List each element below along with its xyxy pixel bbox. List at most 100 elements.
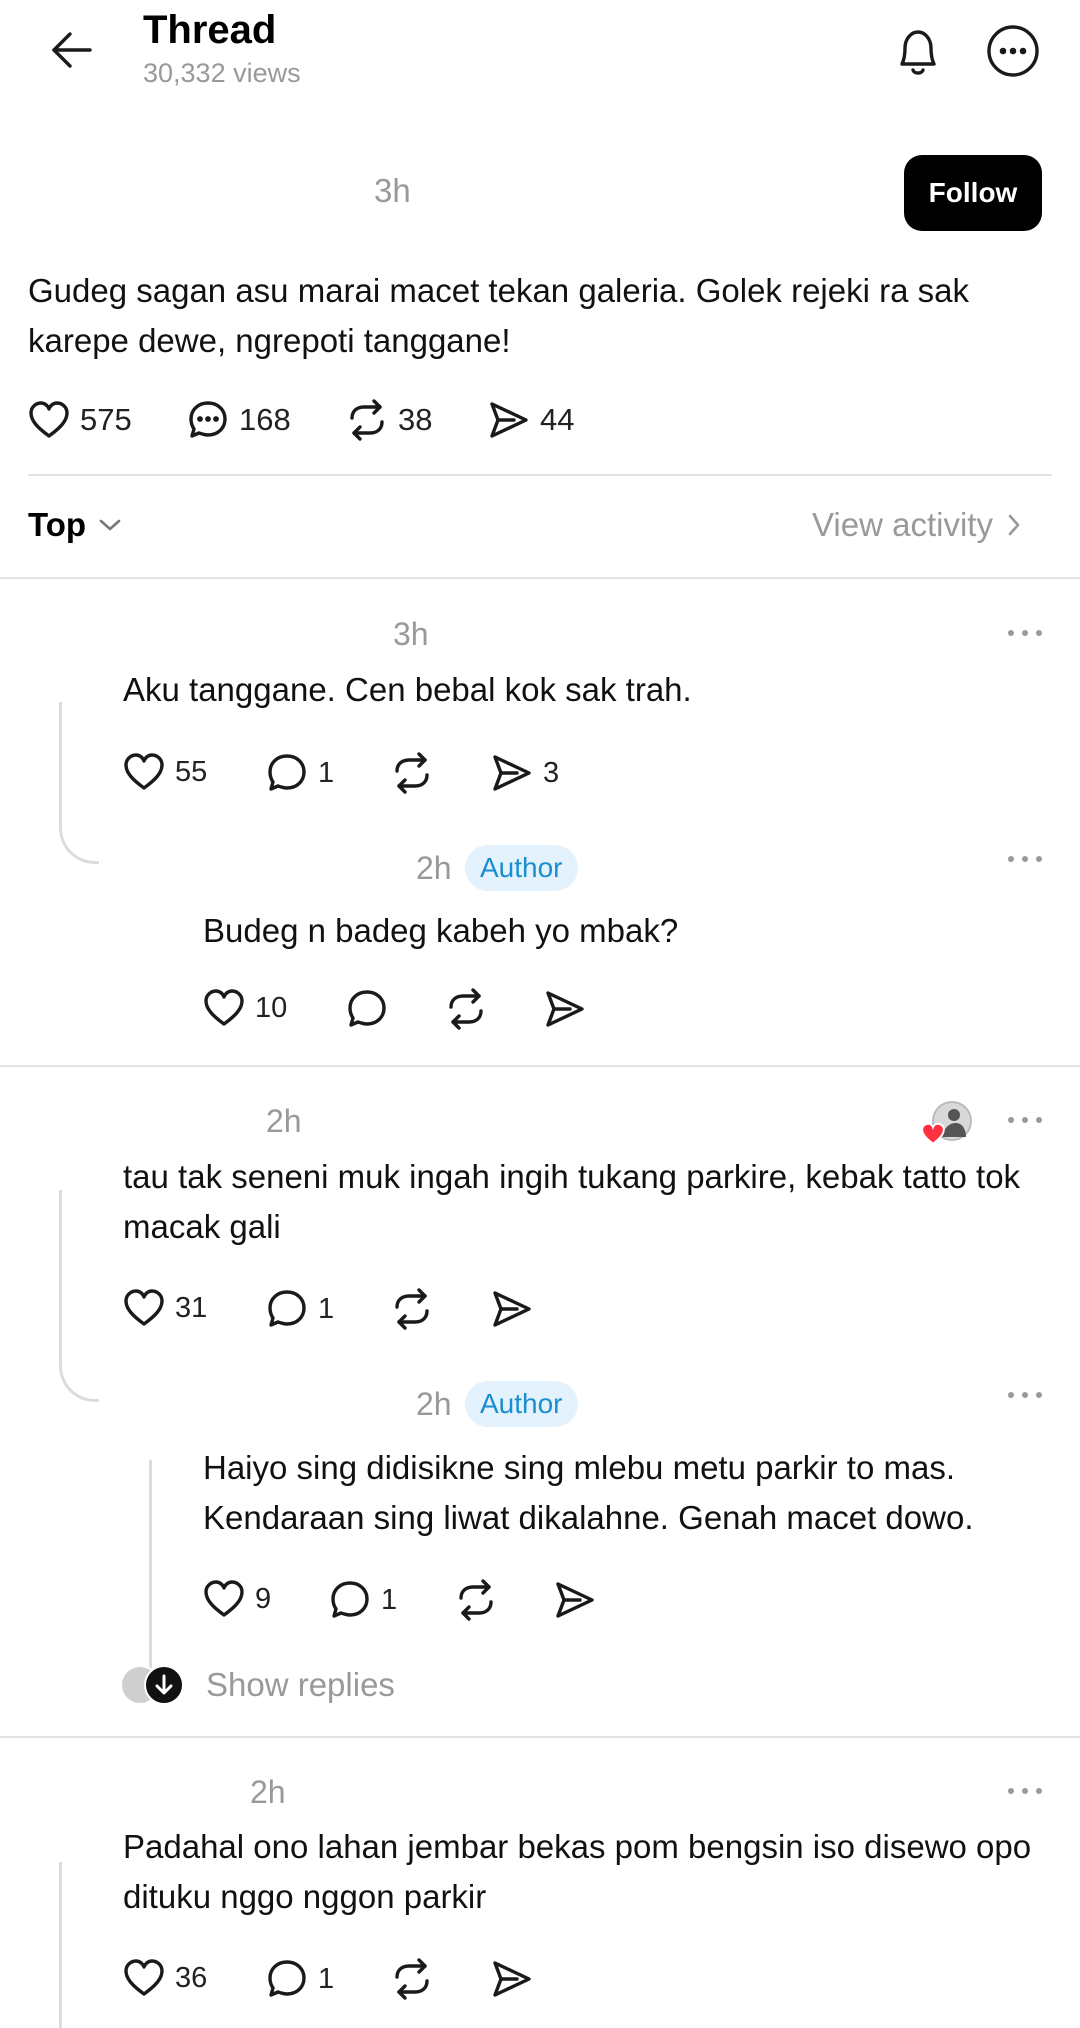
comment-icon — [189, 401, 227, 438]
repost-icon — [449, 988, 483, 1030]
share-icon — [556, 1582, 594, 1618]
reply-comment-count: 1 — [318, 1962, 335, 1995]
subreply-time: 2h — [416, 1386, 452, 1422]
more-circle-icon — [987, 25, 1039, 77]
subreply-more-dots-icon[interactable] — [1008, 1392, 1042, 1398]
reply-text: Padahal ono lahan jembar bekas pom bengs… — [123, 1828, 1032, 1915]
sort-label: Top — [28, 506, 87, 543]
reply-more-dots-icon[interactable] — [1008, 1117, 1042, 1123]
subreply-like-button[interactable]: 10 — [203, 988, 287, 1028]
share-icon — [493, 755, 531, 791]
comment-icon — [268, 1290, 306, 1327]
thread-connector — [59, 1862, 62, 2028]
section-divider — [0, 1736, 1080, 1738]
reply-share-button[interactable] — [491, 1288, 533, 1330]
reply-share-button[interactable] — [491, 1958, 533, 2000]
subreply-more-dots-icon[interactable] — [1008, 856, 1042, 862]
reply-comment-button[interactable]: 1 — [266, 1288, 334, 1330]
reply-share-button[interactable]: 3 — [491, 752, 559, 794]
heart-icon — [204, 1580, 244, 1617]
subreply-comment-button[interactable] — [346, 988, 388, 1030]
comment-icon — [348, 990, 386, 1027]
reply-like-button[interactable]: 31 — [123, 1288, 207, 1328]
subreply-text: Budeg n badeg kabeh yo mbak? — [203, 912, 679, 949]
subreply-like-count: 10 — [255, 991, 288, 1024]
reply-text: Aku tanggane. Cen bebal kok sak trah. — [123, 671, 692, 708]
repost-icon — [395, 1288, 429, 1330]
back-arrow-icon — [52, 32, 92, 68]
post-divider — [28, 474, 1052, 476]
reply-repost-button[interactable] — [391, 752, 433, 794]
subreply-repost-button[interactable] — [455, 1579, 497, 1621]
reply-comment-button[interactable]: 1 — [266, 752, 334, 794]
expand-arrow-icon — [144, 1665, 184, 1705]
heart-icon — [29, 401, 69, 438]
comment-icon — [268, 754, 306, 791]
reply-time: 2h — [266, 1103, 302, 1139]
post-like-button[interactable]: 575 — [28, 398, 132, 442]
share-icon — [490, 402, 528, 438]
reply-avatars — [120, 1665, 186, 1705]
reply-like-button[interactable]: 55 — [123, 752, 207, 792]
show-replies-button[interactable]: Show replies — [120, 1665, 395, 1705]
reply-more-dots-icon[interactable] — [1008, 1788, 1042, 1794]
post-comment-button[interactable]: 168 — [187, 398, 291, 442]
repost-icon — [350, 399, 384, 441]
post-like-count: 575 — [80, 402, 132, 437]
reply-comment-count: 1 — [318, 1292, 335, 1325]
reply-like-count: 31 — [175, 1291, 208, 1324]
view-count: 30,332 views — [143, 58, 301, 88]
subreply-share-button[interactable] — [554, 1579, 596, 1621]
reply-text: tau tak seneni muk ingah ingih tukang pa… — [123, 1158, 1021, 1245]
share-icon — [493, 1961, 531, 1997]
show-replies-label: Show replies — [206, 1666, 395, 1703]
author-badge: Author — [465, 1381, 578, 1427]
view-activity-label: View activity — [812, 506, 993, 543]
notifications-button[interactable] — [888, 22, 948, 82]
reply-like-count: 36 — [175, 1961, 208, 1994]
reply-comment-button[interactable]: 1 — [266, 1958, 334, 2000]
post-share-button[interactable]: 44 — [488, 398, 574, 442]
comment-icon — [331, 1581, 369, 1618]
reply-more-dots-icon[interactable] — [1008, 630, 1042, 636]
thread-connector — [59, 1190, 99, 1402]
back-button[interactable] — [44, 26, 100, 82]
author-badge: Author — [465, 845, 578, 891]
share-icon — [493, 1291, 531, 1327]
sort-dropdown[interactable]: Top — [28, 506, 122, 544]
post-text: Gudeg sagan asu marai macet tekan galeri… — [28, 272, 969, 359]
post-comment-count: 168 — [239, 402, 291, 437]
subreply-comment-button[interactable]: 1 — [329, 1579, 397, 1621]
repost-icon — [395, 1958, 429, 2000]
subreply-share-button[interactable] — [544, 988, 586, 1030]
subreply-time: 2h — [416, 850, 452, 886]
post-repost-button[interactable]: 38 — [346, 398, 432, 442]
reply-share-count: 3 — [543, 756, 560, 789]
share-icon — [546, 991, 584, 1027]
section-divider — [0, 1065, 1080, 1067]
section-divider — [0, 577, 1080, 579]
chevron-down-icon — [99, 519, 121, 531]
heart-icon — [204, 989, 244, 1026]
subreply-text: Haiyo sing didisikne sing mlebu metu par… — [203, 1449, 974, 1536]
chevron-right-icon — [1008, 514, 1020, 536]
bell-icon — [900, 30, 936, 75]
subreply-like-button[interactable]: 9 — [203, 1579, 271, 1619]
reply-like-button[interactable]: 36 — [123, 1958, 207, 1998]
reply-like-count: 55 — [175, 755, 208, 788]
reply-time: 2h — [250, 1774, 286, 1810]
page-title: Thread — [143, 8, 277, 52]
reply-comment-count: 1 — [318, 756, 335, 789]
reply-repost-button[interactable] — [391, 1288, 433, 1330]
post-time: 3h — [374, 172, 411, 209]
view-activity-link[interactable]: View activity — [812, 506, 1021, 544]
subreply-repost-button[interactable] — [445, 988, 487, 1030]
heart-icon — [124, 753, 164, 790]
follow-button[interactable]: Follow — [904, 155, 1042, 231]
thread-connector — [59, 702, 99, 864]
reply-repost-button[interactable] — [391, 1958, 433, 2000]
more-options-button[interactable] — [984, 22, 1042, 80]
post-repost-count: 38 — [398, 402, 433, 437]
reply-time: 3h — [393, 616, 429, 652]
heart-indicator-icon — [920, 1122, 946, 1146]
